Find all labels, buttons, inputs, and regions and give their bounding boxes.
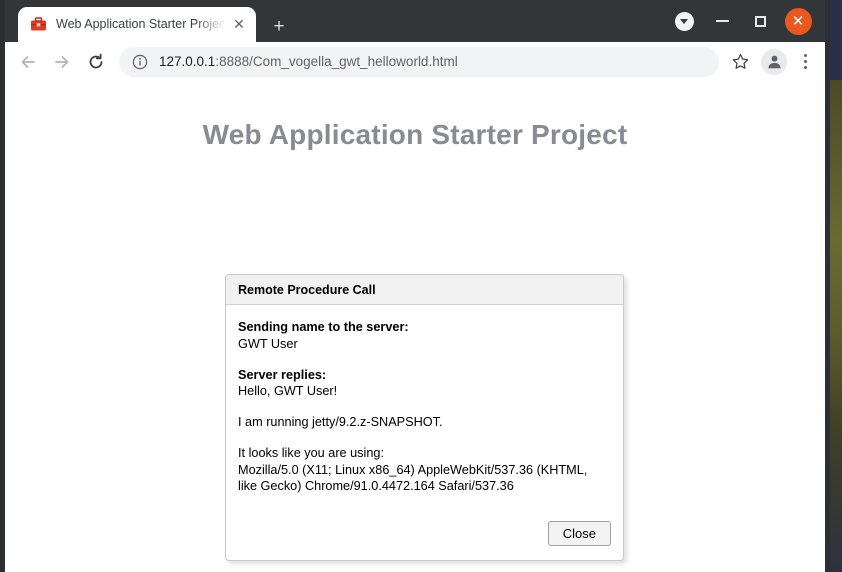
new-tab-button[interactable]: +: [265, 12, 293, 40]
address-bar-path: :8888/Com_vogella_gwt_helloworld.html: [215, 54, 458, 69]
browser-tab[interactable]: Web Application Starter Project ✕: [18, 7, 256, 42]
reload-icon: [89, 53, 103, 68]
rpc-dialog: Remote Procedure Call Sending name to th…: [225, 274, 624, 562]
tab-strip: Web Application Starter Project ✕ + ✕: [5, 0, 825, 42]
minimize-button[interactable]: [703, 6, 741, 36]
window-controls: ✕: [665, 6, 817, 36]
browser-toolbar: 127.0.0.1:8888/Com_vogella_gwt_helloworl…: [5, 42, 825, 82]
gwt-briefcase-icon: [30, 16, 47, 33]
sending-label: Sending name to the server:: [238, 320, 409, 334]
page-title: Web Application Starter Project: [202, 119, 628, 150]
back-button[interactable]: [11, 45, 45, 79]
forward-arrow-icon: [55, 55, 69, 68]
minimize-icon: [715, 20, 729, 22]
window-close-button[interactable]: ✕: [779, 6, 817, 36]
user-agent-label: It looks like you are using:: [238, 445, 384, 460]
reply-value: Hello, GWT User!: [238, 384, 338, 399]
three-dot-menu-icon: [803, 66, 807, 69]
address-bar-url: 127.0.0.1:8888/Com_vogella_gwt_helloworl…: [159, 54, 458, 69]
user-agent-line-1: Mozilla/5.0 (X11; Linux x86_64) AppleWeb…: [238, 462, 588, 477]
tab-title: Web Application Starter Project: [56, 17, 226, 31]
reply-label: Server replies:: [238, 367, 327, 382]
forward-button[interactable]: [45, 45, 79, 79]
site-info-icon[interactable]: [131, 53, 149, 71]
bookmark-button[interactable]: [723, 45, 757, 79]
address-bar[interactable]: 127.0.0.1:8888/Com_vogella_gwt_helloworl…: [119, 46, 719, 77]
address-bar-host: 127.0.0.1: [159, 54, 216, 69]
sending-value: GWT User: [238, 336, 298, 351]
window-menu-button[interactable]: [665, 6, 703, 36]
reload-button[interactable]: [79, 45, 113, 79]
dialog-caption[interactable]: Remote Procedure Call: [226, 275, 623, 305]
profile-avatar-icon: [767, 55, 781, 69]
browser-menu-button[interactable]: [791, 45, 819, 79]
tab-close-icon[interactable]: ✕: [226, 12, 252, 38]
browser-window: Web Application Starter Project ✕ + ✕ 12…: [0, 0, 830, 572]
three-dot-menu-icon: [803, 60, 807, 63]
user-agent-line-2: like Gecko) Chrome/91.0.4472.164 Safari/…: [238, 479, 514, 494]
back-arrow-icon: [21, 55, 35, 68]
star-icon: [732, 53, 748, 69]
three-dot-menu-icon: [803, 54, 807, 57]
close-icon: ✕: [784, 7, 812, 35]
server-info: I am running jetty/9.2.z-SNAPSHOT.: [238, 415, 443, 430]
maximize-icon: [754, 15, 766, 27]
maximize-button[interactable]: [741, 6, 779, 36]
page-viewport: Web Application Starter Project Remote P…: [5, 82, 825, 572]
chevron-down-icon: [674, 11, 694, 31]
dialog-button-row: Close: [226, 507, 623, 560]
close-button[interactable]: Close: [547, 521, 611, 547]
dialog-body: Sending name to the server: GWT User Ser…: [226, 305, 623, 507]
profile-button[interactable]: [761, 48, 787, 75]
